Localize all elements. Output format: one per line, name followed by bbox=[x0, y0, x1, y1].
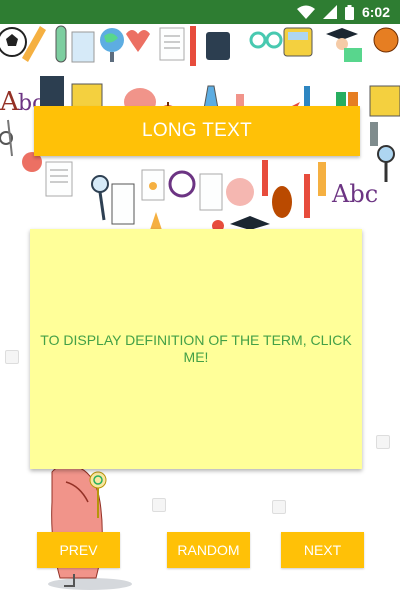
next-button-label: NEXT bbox=[303, 542, 342, 558]
wifi-icon bbox=[296, 5, 315, 19]
prev-button[interactable]: PREV bbox=[37, 532, 120, 568]
school-bus-icon bbox=[283, 27, 313, 57]
page-title: LONG TEXT bbox=[141, 120, 253, 141]
test-tube-icon-3 bbox=[262, 160, 268, 196]
abc-letters-icon-2: Abc bbox=[331, 180, 378, 208]
scissors-icon bbox=[0, 119, 13, 157]
backpack-icon bbox=[206, 32, 230, 60]
alarm-clock-icon bbox=[168, 170, 196, 198]
basketball-icon bbox=[373, 27, 399, 53]
magnifier-icon-2 bbox=[91, 175, 109, 221]
pencil-icon-3 bbox=[304, 174, 310, 218]
microscope-icon bbox=[370, 122, 378, 146]
globe-icon bbox=[100, 28, 124, 62]
calculator-icon bbox=[40, 76, 64, 108]
rugby-ball-icon bbox=[272, 186, 292, 218]
clipboard-icon bbox=[159, 27, 185, 61]
magnifier-icon bbox=[377, 145, 395, 182]
term-card[interactable]: TO DISPLAY DEFINITION OF THE TERM, CLICK… bbox=[30, 229, 362, 469]
girl-illustration bbox=[48, 465, 132, 590]
graduation-cap-icon bbox=[326, 28, 358, 50]
next-button[interactable]: NEXT bbox=[281, 532, 364, 568]
pencil-icon bbox=[190, 26, 196, 66]
watermark-icon bbox=[272, 500, 286, 514]
test-tube-icon bbox=[55, 25, 67, 63]
svg-text:A: A bbox=[0, 87, 20, 117]
document-icon bbox=[45, 161, 73, 197]
random-button-label: RANDOM bbox=[177, 542, 240, 558]
battery-icon bbox=[344, 4, 354, 20]
cellular-signal-icon bbox=[322, 5, 337, 19]
prev-button-label: PREV bbox=[59, 542, 98, 558]
heart-icon bbox=[126, 30, 150, 52]
title-bar: LONG TEXT bbox=[34, 106, 360, 156]
puzzle-icon bbox=[344, 48, 362, 62]
pencil-icon-4 bbox=[150, 212, 162, 230]
term-card-text: TO DISPLAY DEFINITION OF THE TERM, CLICK… bbox=[40, 332, 352, 365]
svg-text:Abc: Abc bbox=[331, 180, 378, 208]
status-bar: 6:02 bbox=[0, 0, 400, 24]
school-bus-icon-2 bbox=[71, 83, 103, 109]
test-tube-icon-4 bbox=[318, 162, 326, 196]
graduation-cap-icon-2 bbox=[230, 216, 270, 230]
glasses-icon bbox=[249, 31, 283, 49]
bookshelf-icon bbox=[111, 183, 135, 225]
document-icon-2 bbox=[199, 173, 223, 211]
watermark-icon bbox=[5, 350, 19, 364]
certificate-icon bbox=[141, 169, 165, 201]
random-button[interactable]: RANDOM bbox=[167, 532, 250, 568]
watermark-icon bbox=[376, 435, 390, 449]
books-icon bbox=[71, 31, 95, 63]
clock-time: 6:02 bbox=[361, 4, 390, 20]
school-bus-icon-3 bbox=[369, 85, 400, 117]
watermark-icon bbox=[152, 498, 166, 512]
brain-icon-2 bbox=[226, 178, 254, 206]
soccer-ball-icon bbox=[0, 27, 27, 57]
